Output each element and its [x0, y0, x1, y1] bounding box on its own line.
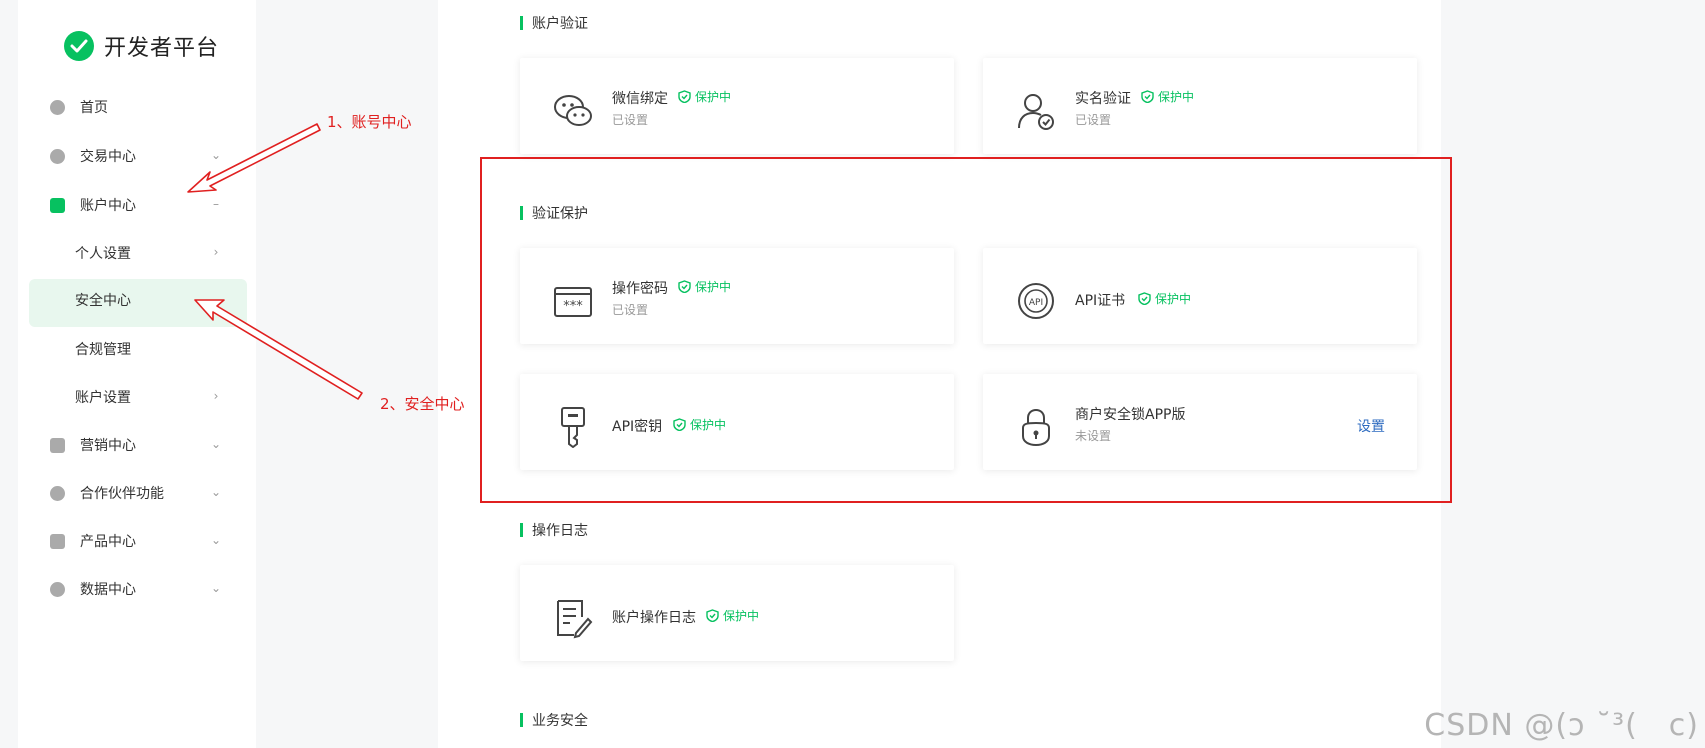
arrow-2-icon: [194, 299, 363, 400]
sidebar-item-label: 安全中心: [75, 293, 131, 309]
annotation-arrows: [187, 123, 363, 400]
annotation-step2: 2、安全中心: [380, 395, 465, 413]
annotation-step1: 1、账号中心: [327, 113, 412, 131]
arrow-1-icon: [187, 123, 321, 193]
watermark: CSDN @(ɔ ˘³( c): [1424, 708, 1699, 743]
